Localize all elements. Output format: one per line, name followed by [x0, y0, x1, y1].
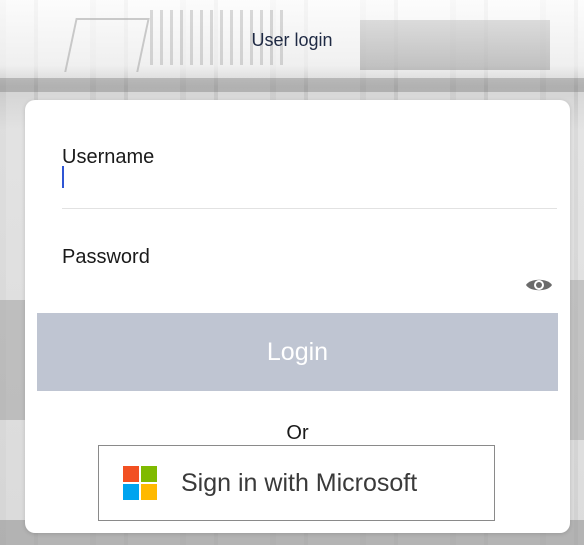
username-input[interactable] [62, 172, 557, 209]
password-input[interactable] [62, 272, 512, 308]
password-label: Password [62, 246, 150, 268]
sign-in-microsoft-label: Sign in with Microsoft [181, 468, 418, 497]
login-button[interactable]: Login [37, 313, 558, 391]
login-card: Username Password Login Or Sign in with … [25, 100, 570, 533]
sign-in-microsoft-button[interactable]: Sign in with Microsoft [98, 445, 495, 521]
eye-icon[interactable] [523, 274, 555, 296]
microsoft-logo-icon [123, 466, 157, 500]
text-cursor [62, 166, 64, 188]
username-label: Username [62, 146, 155, 168]
page-title: User login [251, 30, 333, 50]
or-separator: Or [286, 422, 309, 444]
